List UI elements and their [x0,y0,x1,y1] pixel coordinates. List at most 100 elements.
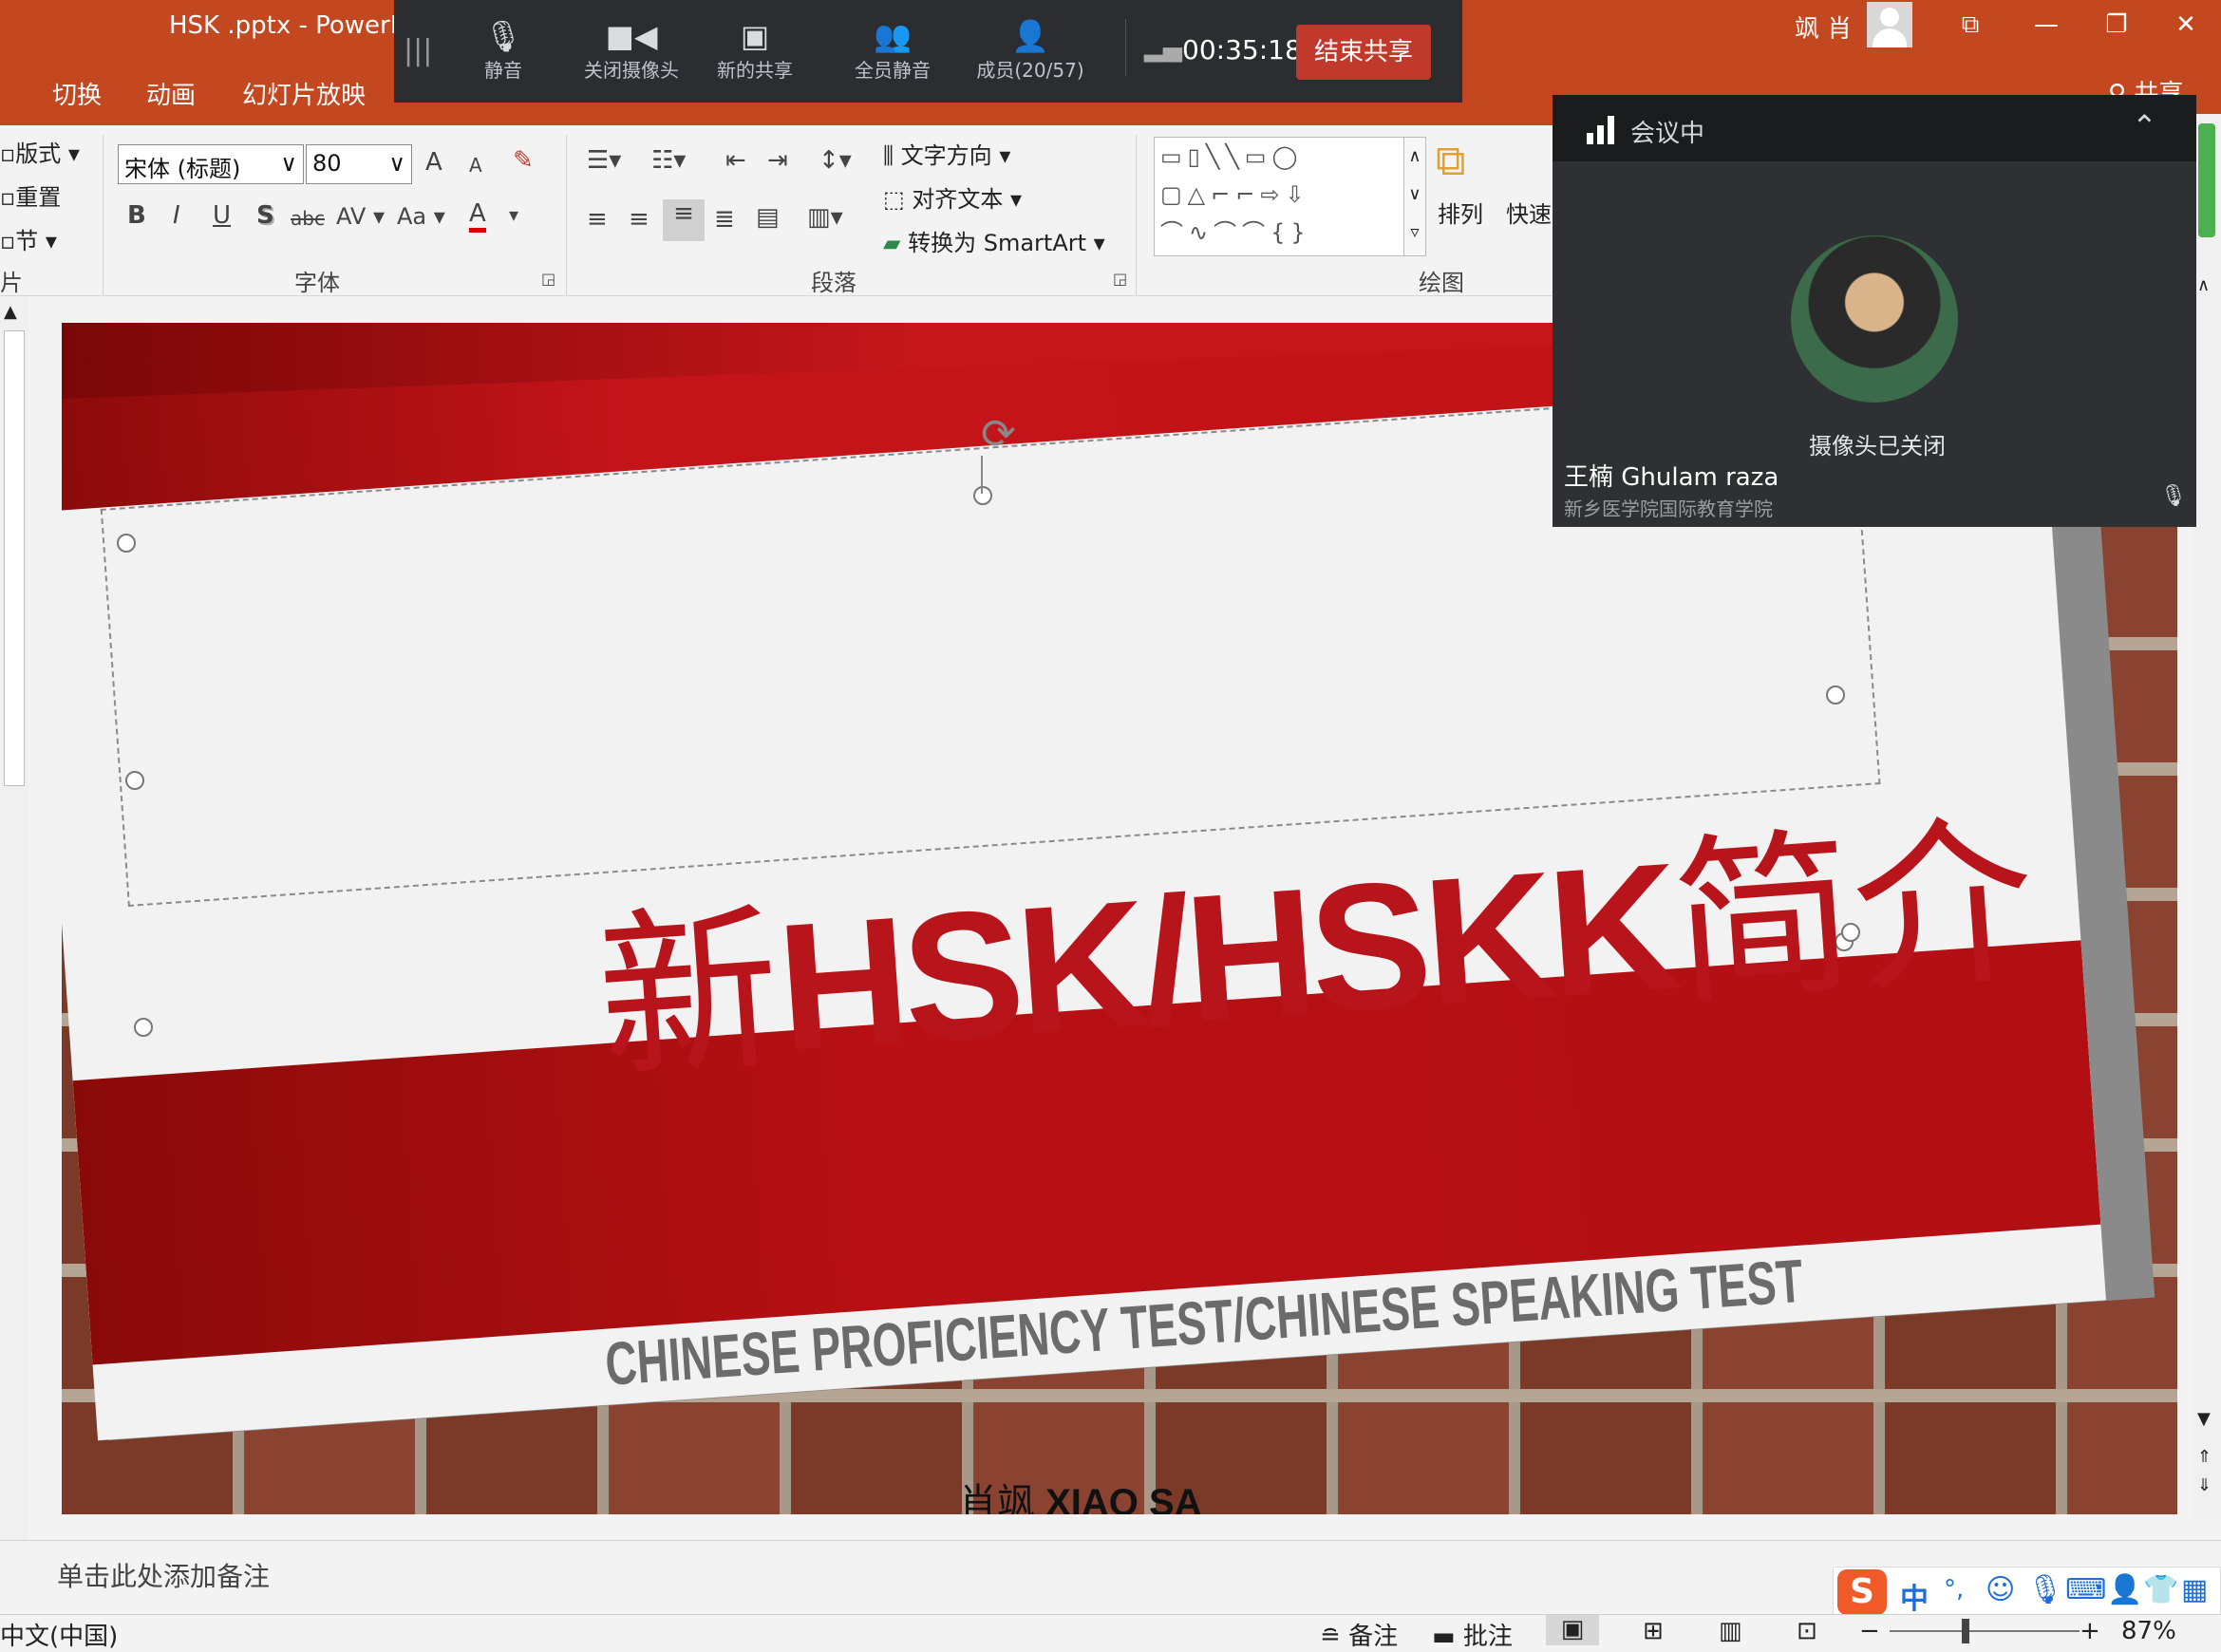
share-screen-icon: ▣ [740,18,770,54]
zoom-level[interactable]: 87% [2121,1617,2176,1645]
minimize-icon[interactable]: — [2011,0,2081,49]
columns-icon[interactable]: ▥▾ [807,203,843,232]
drag-handle-icon[interactable]: ||| [404,34,432,67]
user-icon[interactable]: 👤 [2107,1573,2142,1606]
end-share-button[interactable]: 结束共享 [1296,25,1431,80]
reset-button[interactable]: ▫重置 [0,178,61,212]
ime-punct[interactable]: °, [1944,1575,1964,1604]
language-indicator[interactable]: 中文(中国) [0,1617,118,1652]
scroll-thumb[interactable] [2198,123,2215,237]
change-case-button[interactable]: Aa ▾ [397,203,445,230]
arrange-button[interactable]: 排列 [1438,196,1483,229]
dialog-launcher-icon[interactable]: ◲ [541,270,555,288]
strikethrough-button[interactable]: abc [291,207,325,230]
resize-handle[interactable] [125,771,144,790]
zoom-in-icon[interactable]: + [2080,1617,2100,1645]
shrink-font-icon[interactable]: A [469,154,482,177]
rotate-handle-icon[interactable]: ⟳ [981,410,1016,459]
align-text-button[interactable]: ⬚ 对齐文本 ▾ [883,180,1022,214]
font-color-button[interactable]: A [469,199,486,233]
drawing-group-label: 绘图 [1419,270,1464,296]
normal-view-icon[interactable]: ▣ [1546,1615,1599,1645]
resize-handle[interactable] [134,1018,153,1037]
notes-placeholder[interactable]: 单击此处添加备注 [57,1556,270,1594]
new-share-button[interactable]: ▣ 新的共享 [698,17,812,83]
decrease-indent-icon[interactable]: ⇤ [725,146,746,175]
voice-icon[interactable]: 🎙 [2027,1573,2063,1606]
resize-handle[interactable] [117,534,136,553]
mute-button[interactable]: 🎙 静音 [446,17,560,83]
font-group-label: 字体 [294,270,340,296]
keyboard-icon[interactable]: ⌨ [2065,1573,2106,1606]
tab-animations[interactable]: 动画 [146,76,196,111]
shapes-gallery[interactable]: ▭▯╲╲▭◯ ▢△⌐⌐⇨⇩ ⌒∿⌒⌒{} [1154,137,1405,256]
justify-icon[interactable]: ≣ [714,205,735,234]
next-slide-icon[interactable]: ⇓ [2197,1475,2212,1495]
grow-font-icon[interactable]: A [425,148,442,177]
char-spacing-button[interactable]: AV ▾ [336,203,385,230]
numbering-icon[interactable]: ☷▾ [651,146,686,175]
scroll-down-icon[interactable]: ▼ [2197,1409,2211,1429]
align-left-icon[interactable]: ≡ [587,205,608,234]
restore-icon[interactable]: ❐ [2081,0,2152,49]
line-spacing-icon[interactable]: ↕▾ [819,146,852,175]
window-title: HSK .pptx - PowerP [169,11,405,40]
skin-icon[interactable]: 👕 [2143,1573,2178,1606]
toolbox-icon[interactable]: ▦ [2181,1573,2208,1606]
slide-author[interactable]: 肖飒 XIAO SA [959,1472,1202,1514]
comments-toggle[interactable]: ▬ 批注 [1432,1617,1513,1652]
sogou-logo-icon[interactable]: S [1837,1569,1887,1615]
zoom-out-icon[interactable]: − [1859,1617,1880,1645]
scroll-thumb[interactable] [4,330,25,786]
slideshow-view-icon[interactable]: ⊡ [1797,1617,1817,1645]
comment-icon: ▬ [1432,1623,1456,1651]
members-button[interactable]: 👤 成员(20/57) [973,17,1087,83]
ime-mode[interactable]: 中 [1900,1575,1929,1617]
font-size-select[interactable]: 80 ∨ [306,144,412,184]
sorter-view-icon[interactable]: ⊞ [1643,1617,1664,1645]
bold-button[interactable]: B [127,201,146,230]
gallery-scroll[interactable]: ∧ ∨ ▿ [1403,137,1426,256]
thumbnail-scrollbar[interactable]: ▲ ▼ [0,296,28,1616]
font-name-select[interactable]: 宋体 (标题) ∨ [118,144,304,184]
avatar[interactable] [1867,2,1912,47]
reading-view-icon[interactable]: ▥ [1719,1617,1742,1645]
collapse-icon[interactable]: ⌃ [2132,108,2157,144]
scroll-up-icon[interactable]: ∧ [2197,275,2210,295]
chevron-down-icon[interactable]: ▾ [509,203,518,226]
user-name[interactable]: 飒 肖 [1795,9,1852,45]
resize-handle[interactable] [973,486,992,505]
underline-button[interactable]: U [213,201,231,230]
shadow-button[interactable]: S [256,201,274,230]
dialog-launcher-icon[interactable]: ◲ [1113,270,1127,288]
align-right-icon[interactable]: ≡ [663,199,705,241]
close-icon[interactable]: ✕ [2151,0,2221,49]
italic-button[interactable]: I [173,201,180,230]
tab-transitions[interactable]: 切换 [52,76,102,111]
quick-styles-button[interactable]: 快速 [1506,196,1552,229]
emoji-icon[interactable]: ☺ [1986,1573,2015,1606]
distributed-icon[interactable]: ▤ [756,203,780,232]
scroll-up-icon[interactable]: ▲ [4,302,17,322]
section-button[interactable]: ▫节 ▾ [0,222,57,255]
resize-handle[interactable] [1826,685,1845,704]
layout-button[interactable]: ▫版式 ▾ [0,135,80,168]
notes-toggle[interactable]: ≘ 备注 [1320,1617,1398,1652]
camera-icon: ■◀ [605,18,658,54]
clear-format-icon[interactable]: ✎ [513,146,534,175]
slide-scrollbar[interactable]: ∧ ▼ ⇑ ⇓ [2193,114,2221,1519]
zoom-slider[interactable] [1890,1630,2080,1632]
prev-slide-icon[interactable]: ⇑ [2197,1447,2212,1467]
align-text-icon: ⬚ [883,186,905,213]
smartart-button[interactable]: ▰ 转换为 SmartArt ▾ [883,224,1105,257]
tab-slideshow[interactable]: 幻灯片放映 [242,76,366,111]
text-direction-button[interactable]: ⫼ 文字方向 ▾ [883,137,1010,170]
zoom-slider-thumb[interactable] [1962,1619,1969,1643]
camera-off-button[interactable]: ■◀ 关闭摄像头 [574,17,688,83]
increase-indent-icon[interactable]: ⇥ [767,146,788,175]
arrange-icon[interactable]: ⧉ [1436,137,1465,185]
mute-all-button[interactable]: 👥 全员静音 [836,17,950,83]
ribbon-display-icon[interactable]: ⧉ [1935,0,2005,49]
align-center-icon[interactable]: ≡ [629,205,649,234]
bullets-icon[interactable]: ☰▾ [587,146,621,175]
